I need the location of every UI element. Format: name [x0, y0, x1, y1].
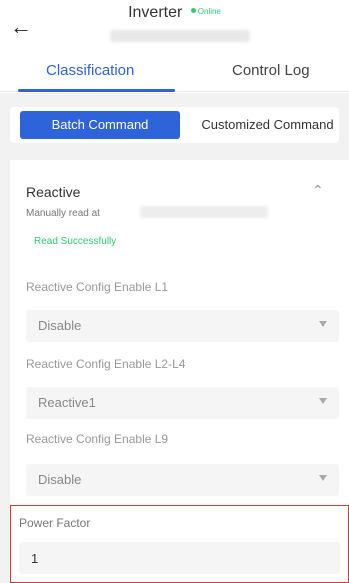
status-text: Online — [197, 7, 221, 16]
field-label-l2-l4: Reactive Config Enable L2-L4 — [26, 357, 186, 371]
power-factor-label: Power Factor — [19, 516, 91, 530]
power-factor-highlight: Power Factor — [10, 505, 349, 583]
chevron-up-icon[interactable]: ⌃ — [312, 182, 324, 199]
read-status: Read Successfully — [34, 236, 117, 247]
tab-control-log[interactable]: Control Log — [232, 62, 310, 79]
manual-read-label: Manually read at — [26, 208, 100, 219]
select-config-enable-l9[interactable]: Disable — [26, 464, 339, 496]
caret-down-icon — [319, 475, 327, 481]
select-config-enable-l1[interactable]: Disable — [26, 310, 339, 342]
select-config-enable-l2-l4[interactable]: Reactive1 — [26, 387, 339, 419]
tab-classification[interactable]: Classification — [46, 62, 134, 79]
page-title: Inverter — [128, 4, 183, 21]
blurred-timestamp — [140, 206, 268, 218]
batch-command-button[interactable]: Batch Command — [20, 111, 180, 139]
caret-down-icon — [319, 398, 327, 404]
online-dot-icon — [190, 8, 196, 13]
header: ← Inverter Online — [0, 0, 349, 52]
select-value: Disable — [38, 472, 82, 487]
field-label-l9: Reactive Config Enable L9 — [26, 432, 169, 446]
customized-command-button[interactable]: Customized Command — [190, 111, 345, 139]
select-value: Reactive1 — [38, 395, 96, 410]
select-value: Disable — [38, 318, 82, 333]
card-title: Reactive — [26, 184, 81, 200]
active-tab-indicator — [18, 89, 175, 92]
field-label-l1: Reactive Config Enable L1 — [26, 280, 169, 294]
blurred-device-id — [110, 30, 250, 42]
command-type-segment: Batch Command Customized Command — [10, 107, 339, 143]
title-wrap: Inverter Online — [0, 4, 349, 22]
status-badge: Online — [190, 7, 221, 16]
caret-down-icon — [319, 321, 327, 327]
tab-bar: Classification Control Log — [0, 52, 349, 92]
power-factor-input[interactable] — [19, 542, 340, 574]
